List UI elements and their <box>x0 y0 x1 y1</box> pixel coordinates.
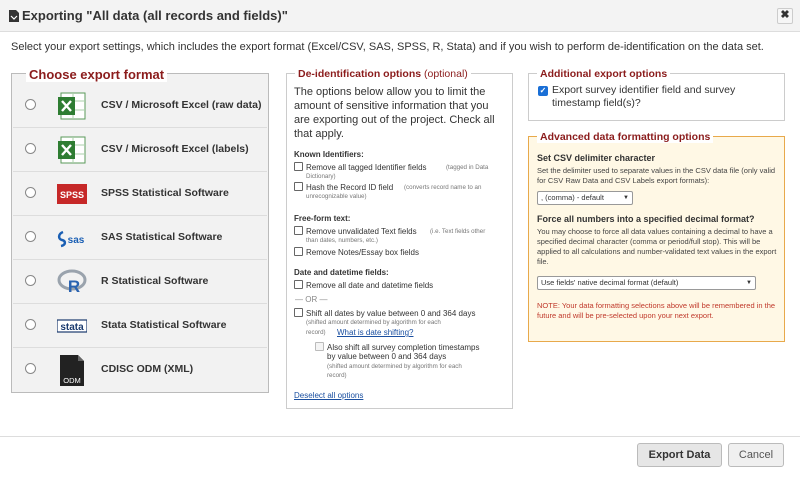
format-radio[interactable] <box>25 143 36 154</box>
shift-survey-timestamps-note: (shifted amount determined by algorithm … <box>327 363 462 370</box>
format-option-csv-raw[interactable]: CSV / Microsoft Excel (raw data) <box>13 84 267 128</box>
odm-icon: ODM <box>60 355 84 386</box>
dialog-titlebar: Exporting "All data (all records and fie… <box>0 0 800 32</box>
hash-record-id-note-2: unrecognizable value) <box>306 193 367 200</box>
decimal-heading: Force all numbers into a specified decim… <box>537 214 755 224</box>
format-option-sas[interactable]: sas SAS Statistical Software <box>13 216 267 260</box>
shift-survey-timestamps-note-2: record) <box>327 372 347 379</box>
format-option-r[interactable]: R R Statistical Software <box>13 260 267 304</box>
format-radio[interactable] <box>25 363 36 374</box>
delimiter-select-value: , (comma) - default <box>541 193 604 202</box>
stata-icon-text: stata <box>60 322 84 333</box>
intro-text: Select your export settings, which inclu… <box>11 41 764 53</box>
delimiter-select[interactable]: , (comma) - default ▼ <box>537 191 633 205</box>
hash-record-id-checkbox[interactable] <box>294 182 303 191</box>
deidentification-heading: De-identification options (optional) <box>295 68 471 80</box>
shift-dates-note: (shifted amount determined by algorithm … <box>306 319 441 326</box>
remove-text-fields-note: (i.e. Text fields other <box>430 228 486 235</box>
format-radio[interactable] <box>25 231 36 242</box>
decimal-select-value: Use fields' native decimal format (defau… <box>541 278 679 287</box>
format-label: CSV / Microsoft Excel (labels) <box>101 143 249 155</box>
deselect-all-link[interactable]: Deselect all options <box>294 391 363 400</box>
format-label: SPSS Statistical Software <box>101 187 229 199</box>
shift-dates-checkbox[interactable] <box>294 308 303 317</box>
remove-identifiers-note-2: Dictionary) <box>306 173 336 180</box>
chevron-down-icon: ▼ <box>746 280 752 286</box>
advanced-formatting-heading: Advanced data formatting options <box>537 131 714 143</box>
hash-record-id-note: (converts record name to an <box>404 184 482 191</box>
delimiter-heading: Set CSV delimiter character <box>537 153 656 163</box>
r-icon-text: R <box>68 277 80 296</box>
remove-identifiers-label: Remove all tagged Identifier fields <box>306 163 427 172</box>
format-label: SAS Statistical Software <box>101 231 223 243</box>
odm-icon-text: ODM <box>63 376 81 385</box>
known-identifiers-heading: Known Identifiers: <box>294 150 364 159</box>
survey-fields-checkbox[interactable]: ✓ <box>538 86 548 96</box>
footer-divider <box>0 436 800 437</box>
dialog-title: Exporting "All data (all records and fie… <box>22 8 288 23</box>
date-fields-heading: Date and datetime fields: <box>294 268 389 277</box>
format-option-stata[interactable]: stata Stata Statistical Software <box>13 304 267 348</box>
survey-fields-label: Export survey identifier field and surve… <box>552 84 736 109</box>
spss-icon: SPSS <box>57 184 87 204</box>
remove-text-fields-checkbox[interactable] <box>294 226 303 235</box>
chevron-down-icon: ▼ <box>623 195 629 201</box>
format-label: Stata Statistical Software <box>101 319 227 331</box>
shift-survey-timestamps-label-2: by value between 0 and 364 days <box>327 352 447 361</box>
hash-record-id-label: Hash the Record ID field <box>306 183 394 192</box>
sas-icon: sas <box>57 230 85 248</box>
sas-icon-text: sas <box>68 235 85 246</box>
close-button[interactable]: ✖ <box>777 8 793 24</box>
deidentification-panel: De-identification options (optional) The… <box>286 68 513 409</box>
or-separator: — OR — <box>295 295 328 304</box>
shift-dates-note-2: record) <box>306 329 326 336</box>
format-radio[interactable] <box>25 187 36 198</box>
remove-identifiers-note: (tagged in Data <box>446 164 489 171</box>
deid-intro: The options below allow you to limit the… <box>294 86 495 140</box>
delimiter-description: Set the delimiter used to separate value… <box>537 166 776 185</box>
file-icon <box>9 10 19 22</box>
remove-notes-label: Remove Notes/Essay box fields <box>306 248 419 257</box>
shift-dates-label: Shift all dates by value between 0 and 3… <box>306 309 476 318</box>
free-form-heading: Free-form text: <box>294 214 351 223</box>
decimal-select[interactable]: Use fields' native decimal format (defau… <box>537 276 756 290</box>
deid-heading-text: De-identification options <box>298 68 422 80</box>
format-radio[interactable] <box>25 275 36 286</box>
export-data-button[interactable]: Export Data <box>637 443 722 467</box>
format-option-odm[interactable]: ODM CDISC ODM (XML) <box>13 348 267 392</box>
formatting-note: NOTE: Your data formatting selections ab… <box>537 301 776 320</box>
shift-survey-timestamps-label: Also shift all survey completion timesta… <box>327 343 480 352</box>
export-format-panel: Choose export format CSV / Microsoft Exc… <box>11 67 269 393</box>
remove-dates-label: Remove all date and datetime fields <box>306 281 434 290</box>
export-format-heading: Choose export format <box>26 67 168 82</box>
remove-dates-checkbox[interactable] <box>294 280 303 289</box>
additional-options-panel: Additional export options ✓ Export surve… <box>528 68 785 121</box>
format-label: CSV / Microsoft Excel (raw data) <box>101 99 262 111</box>
format-label: R Statistical Software <box>101 275 209 287</box>
remove-text-fields-label: Remove unvalidated Text fields <box>306 227 417 236</box>
format-option-spss[interactable]: SPSS SPSS Statistical Software <box>13 172 267 216</box>
format-option-csv-labels[interactable]: CSV / Microsoft Excel (labels) <box>13 128 267 172</box>
excel-icon <box>58 136 86 164</box>
r-icon: R <box>57 269 87 296</box>
remove-identifiers-checkbox[interactable] <box>294 162 303 171</box>
advanced-formatting-panel: Advanced data formatting options Set CSV… <box>528 131 785 342</box>
excel-icon <box>58 92 86 120</box>
cancel-button[interactable]: Cancel <box>728 443 784 467</box>
shift-survey-timestamps-checkbox[interactable] <box>315 342 324 351</box>
remove-notes-checkbox[interactable] <box>294 247 303 256</box>
additional-options-heading: Additional export options <box>537 68 671 80</box>
export-dialog: Exporting "All data (all records and fie… <box>0 0 800 478</box>
format-label: CDISC ODM (XML) <box>101 363 194 375</box>
deid-heading-optional: (optional) <box>424 68 468 80</box>
decimal-description: You may choose to force all data values … <box>537 227 777 266</box>
format-radio[interactable] <box>25 319 36 330</box>
format-radio[interactable] <box>25 99 36 110</box>
remove-text-fields-note-2: than dates, numbers, etc.) <box>306 237 378 244</box>
stata-icon: stata <box>57 319 87 333</box>
spss-icon-text: SPSS <box>60 190 84 200</box>
date-shifting-help-link[interactable]: What is date shifting? <box>337 328 413 337</box>
